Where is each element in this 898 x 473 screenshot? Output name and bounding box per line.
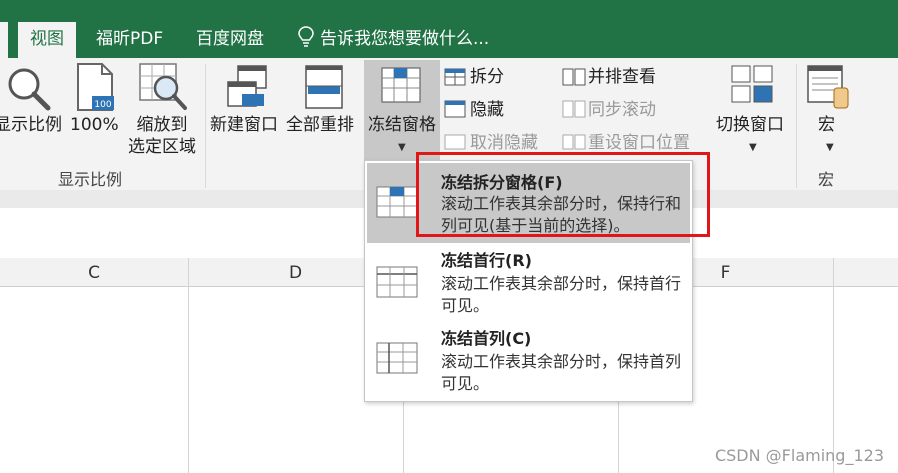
- tell-me-text: 告诉我您想要做什么...: [320, 29, 490, 49]
- new-window-icon: [227, 65, 267, 107]
- freeze-panes-icon: [381, 67, 421, 103]
- grid-line: [833, 258, 834, 473]
- reset-window-position-button[interactable]: 重设窗口位置: [588, 132, 690, 154]
- split-button[interactable]: 拆分: [470, 66, 504, 88]
- tell-me-box[interactable]: 告诉我您想要做什么...: [298, 22, 489, 58]
- view-side-by-side-button[interactable]: 并排查看: [588, 66, 656, 88]
- tab-baidu-disk[interactable]: 百度网盘: [196, 22, 264, 58]
- freeze-panes-menu-icon: [376, 186, 418, 218]
- chevron-down-icon: ▼: [826, 142, 834, 153]
- freeze-first-column-icon: [376, 342, 418, 374]
- column-header-c[interactable]: C: [0, 258, 188, 286]
- zoom-magnifier-icon: [8, 68, 51, 111]
- sync-scroll-button[interactable]: 同步滚动: [588, 99, 656, 121]
- zoom-to-selection-button[interactable]: 缩放到 选定区域: [124, 114, 200, 158]
- grid-line: [188, 258, 189, 473]
- switch-windows-button[interactable]: 切换窗口: [716, 114, 784, 136]
- macro-icon: [807, 65, 849, 109]
- watermark-text: CSDN @Flaming_123: [714, 446, 884, 465]
- group-separator: [796, 64, 797, 188]
- zoom-100-button[interactable]: 100%: [70, 114, 119, 136]
- hide-window-icon: [444, 100, 466, 118]
- menu-item-freeze-first-column[interactable]: 冻结首列(C) 滚动工作表其余部分时，保持首列可见。: [367, 323, 690, 399]
- zoom-group-label: 显示比例: [58, 170, 123, 189]
- switch-windows-icon: [731, 65, 773, 103]
- zoom-button[interactable]: 显示比例: [0, 114, 62, 136]
- tab-view[interactable]: 视图: [18, 22, 76, 58]
- zoom-to-selection-icon: [139, 63, 187, 110]
- annotation-highlight-box: [416, 152, 710, 237]
- arrange-all-button[interactable]: 全部重排: [286, 114, 354, 136]
- menu-item-title: 冻结首列(C): [441, 329, 532, 348]
- zoom-100-icon: 100: [77, 63, 114, 111]
- arrange-all-icon: [305, 65, 343, 109]
- tab-foxit-pdf[interactable]: 福昕PDF: [96, 22, 163, 58]
- hide-button[interactable]: 隐藏: [470, 99, 504, 121]
- split-icon: [444, 68, 466, 86]
- side-by-side-icon: [562, 68, 586, 86]
- menu-item-description: 滚动工作表其余部分时，保持首行可见。: [441, 274, 682, 315]
- macros-group-label: 宏: [818, 170, 835, 189]
- unhide-button[interactable]: 取消隐藏: [470, 132, 538, 154]
- chevron-down-icon: ▼: [398, 142, 406, 153]
- chevron-down-icon: ▼: [749, 142, 757, 153]
- new-window-button[interactable]: 新建窗口: [210, 114, 278, 136]
- freeze-panes-label: 冻结窗格: [368, 115, 436, 135]
- menu-item-freeze-top-row[interactable]: 冻结首行(R) 滚动工作表其余部分时，保持首行可见。: [367, 245, 690, 323]
- zoom-selection-line2: 选定区域: [128, 137, 196, 157]
- svg-text:100: 100: [94, 100, 111, 110]
- unhide-window-icon: [444, 134, 466, 150]
- tab-edge: [0, 22, 8, 58]
- macros-button[interactable]: 宏: [818, 114, 835, 136]
- menu-item-description: 滚动工作表其余部分时，保持首列可见。: [441, 352, 682, 393]
- freeze-top-row-icon: [376, 266, 418, 298]
- menu-item-title: 冻结首行(R): [441, 251, 532, 270]
- reset-position-icon: [562, 134, 586, 150]
- lightbulb-icon: [298, 26, 314, 47]
- zoom-selection-line1: 缩放到: [136, 115, 188, 135]
- group-separator: [205, 64, 206, 188]
- sync-scroll-icon: [562, 100, 586, 118]
